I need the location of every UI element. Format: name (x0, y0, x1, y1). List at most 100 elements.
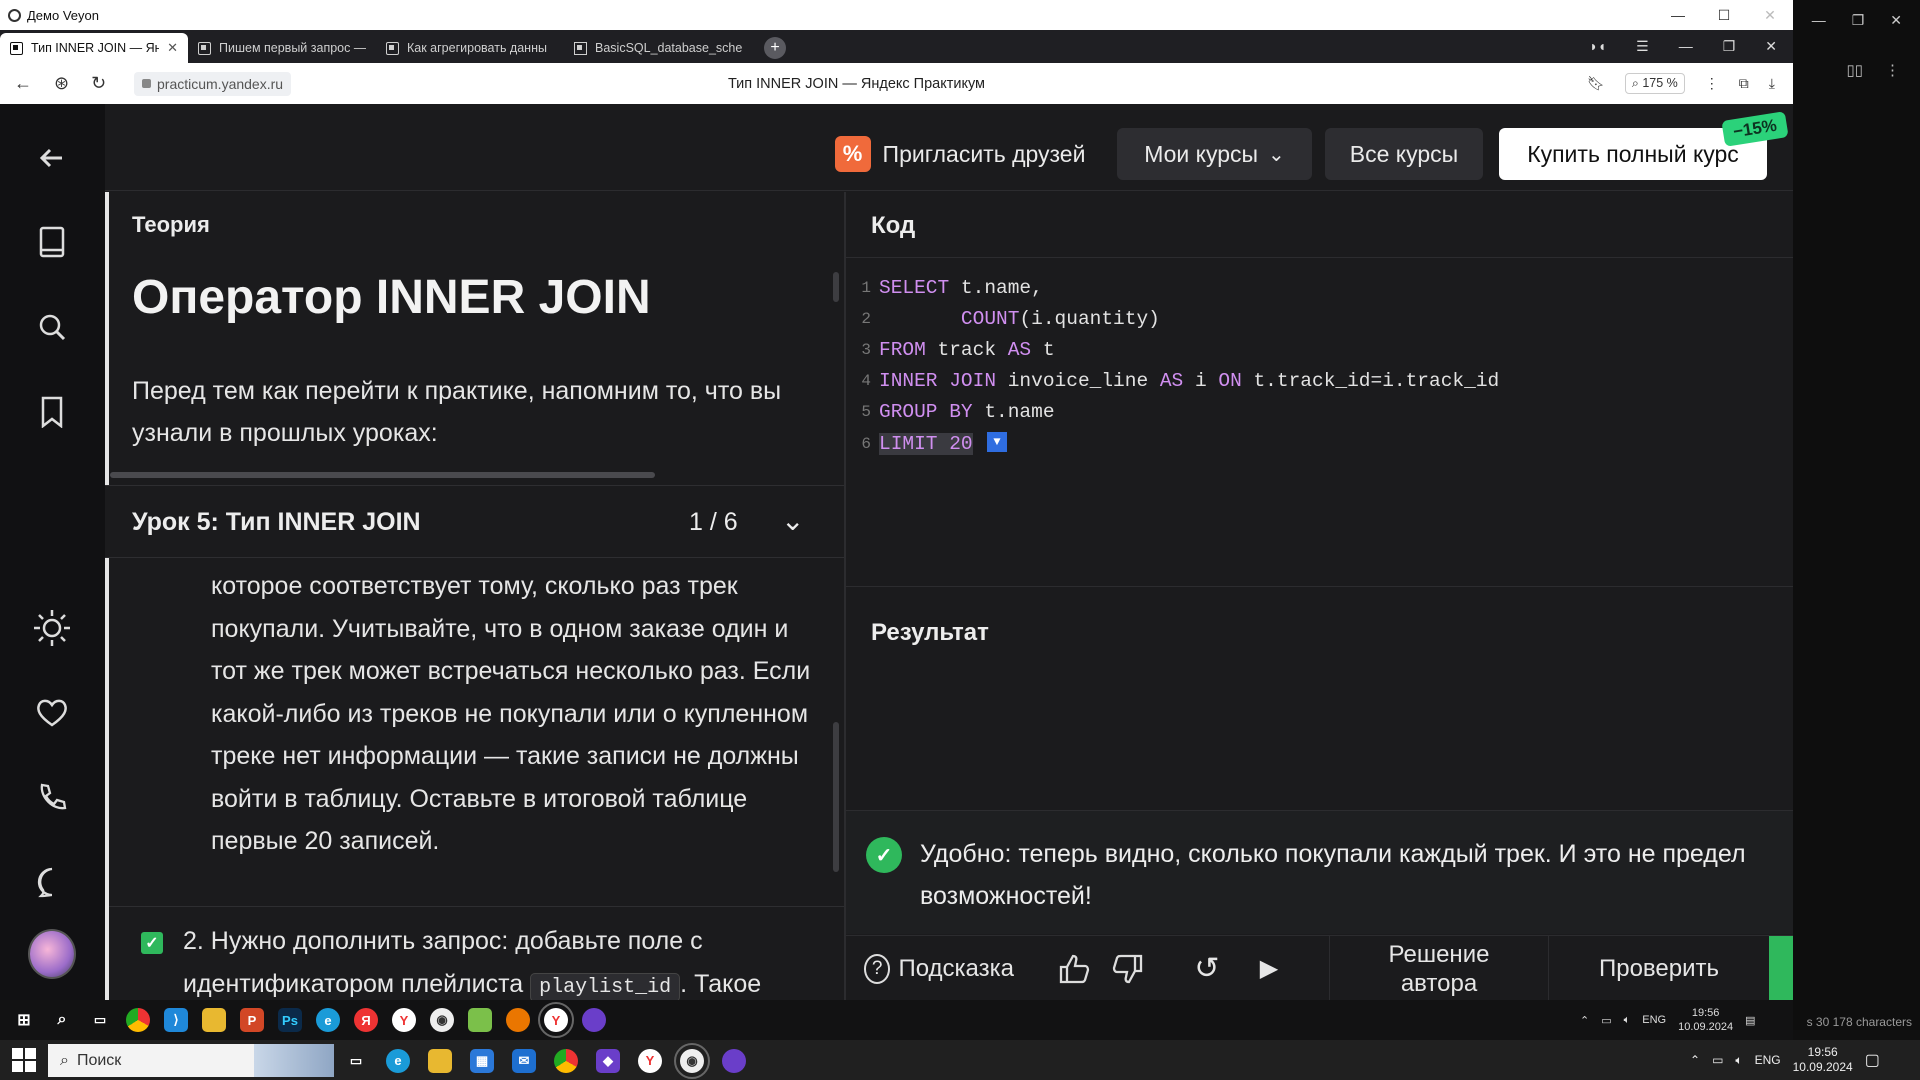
file-explorer-icon[interactable] (428, 1048, 452, 1073)
tab-schema[interactable]: BasicSQL_database_scher (564, 33, 752, 63)
task-view-icon[interactable]: ▭ (344, 1049, 368, 1073)
tab-aggregate[interactable]: Как агрегировать данны (376, 33, 564, 63)
chrome-icon[interactable] (126, 1008, 150, 1032)
notepad-icon[interactable] (468, 1008, 492, 1032)
zoom-indicator[interactable]: ⌕ 175 % (1624, 73, 1685, 94)
minimize-icon[interactable]: — (1679, 38, 1693, 55)
book-icon[interactable] (28, 218, 76, 266)
file-explorer-icon[interactable] (202, 1008, 226, 1032)
visual-studio-icon[interactable]: ◆ (596, 1048, 620, 1073)
minimize-icon[interactable]: — (1812, 12, 1826, 29)
avatar[interactable] (28, 929, 76, 979)
chevron-up-icon[interactable]: ⌃ (1690, 1053, 1700, 1067)
yandex-browser-icon[interactable]: Y (638, 1048, 662, 1073)
question-icon: ? (864, 953, 891, 984)
bookmark-icon[interactable]: 🔖︎ (1587, 75, 1605, 92)
sql-keyword: FROM (879, 338, 926, 361)
store-icon[interactable]: ▦ (470, 1048, 494, 1073)
blender-icon[interactable] (506, 1008, 530, 1032)
horizontal-scrollbar[interactable] (110, 472, 655, 478)
invite-friends-button[interactable]: % Пригласить друзей (825, 128, 1095, 180)
vscode-icon[interactable]: ⟩ (164, 1008, 188, 1032)
tab-close-icon[interactable]: ✕ (167, 40, 178, 56)
back-arrow-icon[interactable] (28, 134, 76, 182)
photoshop-icon[interactable]: Ps (278, 1008, 302, 1032)
check-button[interactable]: Проверить (1549, 936, 1769, 1000)
notifications-icon[interactable]: ▢ (1865, 1050, 1880, 1070)
yandex-browser-active-icon[interactable]: Y (538, 1002, 574, 1038)
theme-sun-icon[interactable] (28, 604, 76, 652)
close-icon[interactable]: ✕ (1747, 7, 1793, 24)
new-tab-button[interactable]: + (764, 37, 786, 59)
run-button[interactable]: ▶ (1246, 936, 1292, 1000)
reset-button[interactable]: ↺ (1184, 936, 1230, 1000)
chevron-down-icon: ⌄ (1268, 143, 1285, 166)
search-icon[interactable]: ⌕ (50, 1008, 74, 1032)
line-number: 3 (861, 340, 871, 359)
menu-icon[interactable]: ☰ (1636, 38, 1649, 55)
close-icon[interactable]: ✕ (1765, 38, 1777, 55)
chevron-up-icon[interactable]: ⌃ (1580, 1014, 1589, 1027)
app-icon[interactable] (722, 1048, 746, 1073)
restore-icon[interactable]: ❐ (1723, 38, 1736, 55)
download-icon[interactable]: ⤓ (1769, 75, 1775, 92)
volume-icon[interactable]: 🔈︎ (1624, 1014, 1631, 1027)
mail-icon[interactable]: ✉ (512, 1048, 536, 1073)
yandex-browser-icon[interactable]: Y (392, 1008, 416, 1032)
thumbs-down-button[interactable] (1104, 936, 1150, 1000)
language-indicator[interactable]: ENG (1642, 1014, 1666, 1026)
edge-icon[interactable]: e (316, 1008, 340, 1032)
powerpoint-icon[interactable]: P (240, 1008, 264, 1032)
app-icon[interactable] (582, 1008, 606, 1032)
edge-icon[interactable]: e (386, 1048, 410, 1073)
network-icon[interactable]: ▭ (1712, 1053, 1723, 1067)
author-solution-button[interactable]: Решение автора (1329, 936, 1549, 1000)
hint-button[interactable]: ? Подсказка (864, 936, 1014, 1000)
heart-icon[interactable] (28, 689, 76, 737)
windows-start-icon[interactable] (12, 1048, 36, 1072)
volume-muted-icon[interactable]: 🔈︎ (1735, 1053, 1742, 1068)
search-icon[interactable] (28, 303, 76, 351)
collections-icon[interactable]: ⧉ (1739, 75, 1749, 92)
veyon-icon[interactable]: ◉ (430, 1008, 454, 1032)
code-editor[interactable]: 1 SELECT t.name, 2 COUNT(i.quantity) 3 FROM … (846, 258, 1793, 586)
code-line[interactable]: 6 LIMIT 20 (846, 428, 973, 459)
code-line[interactable]: 4 INNER JOIN invoice_line AS i ON t.track… (846, 365, 1499, 396)
restore-icon[interactable]: ❐ (1852, 12, 1865, 29)
scrollbar[interactable] (833, 272, 839, 302)
code-line[interactable]: 5 GROUP BY t.name (846, 396, 1054, 427)
code-line[interactable]: 2 COUNT(i.quantity) (846, 303, 1159, 334)
reader-icon[interactable]: ▯▯ (1846, 61, 1863, 79)
all-courses-button[interactable]: Все курсы (1325, 128, 1483, 180)
tab-first-query[interactable]: Пишем первый запрос — (188, 33, 376, 63)
my-courses-dropdown[interactable]: Мои курсы ⌄ (1117, 128, 1312, 180)
code-line[interactable]: 1 SELECT t.name, (846, 272, 1042, 303)
windows-start-icon[interactable]: ⊞ (12, 1008, 36, 1032)
task-view-icon[interactable]: ▭ (88, 1008, 112, 1032)
thumbs-up-button[interactable] (1052, 936, 1098, 1000)
bookmark-icon[interactable] (28, 388, 76, 436)
chat-icon[interactable] (28, 858, 76, 906)
lesson-header[interactable]: Урок 5: Тип INNER JOIN 1 / 6 ⌄ (105, 485, 845, 558)
notifications-icon[interactable]: ▤ (1745, 1014, 1755, 1027)
close-icon[interactable]: ✕ (1890, 12, 1902, 29)
yandex-icon[interactable]: Я (354, 1008, 378, 1032)
network-icon[interactable]: ▭ (1601, 1014, 1611, 1027)
more-icon[interactable]: ⋮ (1705, 75, 1719, 92)
incognito-icon[interactable]: ◗◖ (1589, 38, 1606, 55)
clock[interactable]: 19:56 10.09.2024 (1793, 1045, 1853, 1075)
language-indicator[interactable]: ENG (1755, 1053, 1781, 1067)
phone-icon[interactable] (28, 774, 76, 822)
veyon-icon[interactable]: ◉ (674, 1042, 710, 1079)
tab-inner-join[interactable]: Тип INNER JOIN — Янд ✕ (0, 33, 188, 63)
scrollbar[interactable] (833, 722, 839, 872)
autocomplete-marker-icon[interactable]: ▼ (987, 432, 1007, 452)
more-icon[interactable]: ⋮ (1885, 61, 1900, 79)
clock[interactable]: 19:56 10.09.2024 (1678, 1006, 1733, 1034)
chevron-down-icon[interactable]: ⌄ (781, 504, 804, 537)
taskbar-search[interactable]: ⌕ Поиск (48, 1044, 334, 1077)
code-line[interactable]: 3 FROM track AS t (846, 334, 1054, 365)
minimize-icon[interactable]: — (1655, 7, 1701, 24)
chrome-icon[interactable] (554, 1048, 578, 1073)
maximize-icon[interactable]: ☐ (1701, 7, 1747, 24)
